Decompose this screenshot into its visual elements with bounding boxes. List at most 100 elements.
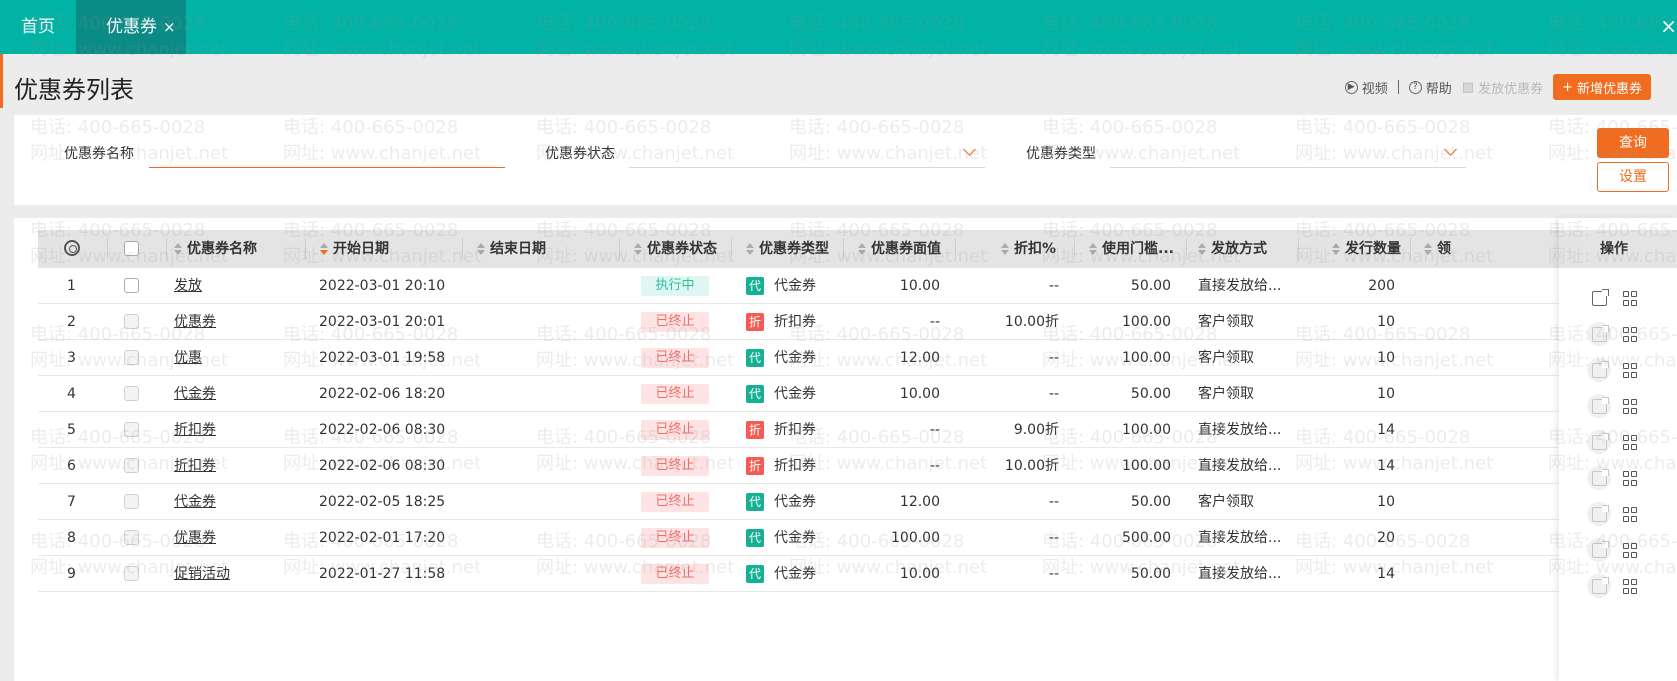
share-icon[interactable]	[1592, 361, 1609, 378]
issue-coupon-button[interactable]: ▨ 发放优惠券	[1462, 78, 1543, 97]
add-coupon-button[interactable]: + 新增优惠券	[1553, 74, 1651, 100]
video-link[interactable]: ▶ 视频	[1344, 78, 1388, 97]
coupon-name-link[interactable]: 折扣券	[174, 448, 216, 484]
table-row[interactable]: 9 促销活动 2022-01-27 11:58 已终止 代代金券 10.00 -- 50.00…	[38, 556, 1677, 592]
coupon-name-link[interactable]: 优惠	[174, 340, 202, 376]
coupon-name-link[interactable]: 促销活动	[174, 556, 230, 592]
grid-menu-icon[interactable]	[1623, 435, 1638, 450]
grid-menu-icon[interactable]	[1623, 579, 1638, 594]
column-settings-gear-icon[interactable]	[64, 240, 80, 256]
coupon-name-link[interactable]: 优惠券	[174, 520, 216, 556]
grid-menu-icon[interactable]	[1623, 327, 1638, 342]
grid-menu-icon[interactable]	[1623, 507, 1638, 522]
column-divider	[462, 238, 463, 260]
grid-menu-icon[interactable]	[1623, 399, 1638, 414]
share-icon[interactable]	[1592, 469, 1609, 486]
table-row[interactable]: 2 优惠券 2022-03-01 20:01 已终止 折折扣券 -- 10.00折 100.0…	[38, 304, 1677, 340]
select-all-checkbox[interactable]	[124, 241, 139, 256]
column-divider	[619, 238, 620, 260]
sort-icon	[477, 242, 485, 256]
share-icon[interactable]	[1592, 541, 1609, 558]
issue-quantity: 10	[1377, 494, 1395, 510]
coupon-name-text: 发放	[174, 278, 202, 294]
chevron-down-icon[interactable]	[1444, 143, 1457, 156]
status-badge: 已终止	[619, 340, 731, 376]
coupon-status-select[interactable]	[629, 167, 985, 168]
share-icon[interactable]	[1592, 577, 1609, 594]
start-date: 2022-03-01 20:01	[319, 314, 446, 330]
col-method[interactable]: 发放方式	[1198, 230, 1267, 268]
coupon-type-icon: 代	[746, 385, 764, 403]
row-index: 3	[67, 350, 76, 366]
col-type-label: 优惠券类型	[759, 241, 829, 257]
table-row[interactable]: 6 折扣券 2022-02-06 08:30 已终止折折扣券 -- 10.00折 100.0…	[38, 448, 1677, 484]
coupon-name-input[interactable]	[149, 167, 505, 168]
tab-close-icon[interactable]: ×	[163, 18, 176, 36]
grid-menu-icon[interactable]	[1623, 543, 1638, 558]
coupon-type-select[interactable]	[1110, 167, 1466, 168]
col-threshold[interactable]: 使用门槛...	[1089, 230, 1174, 268]
col-type[interactable]: 优惠券类型	[746, 230, 829, 268]
col-quantity[interactable]: 发行数量	[1332, 230, 1401, 268]
share-icon[interactable]	[1592, 505, 1609, 522]
table-row[interactable]: 3 优惠 2022-03-01 19:58 已终止 代代金券 12.00 -- 100.00 客…	[38, 340, 1677, 376]
table-row[interactable]: 7 代金券 2022-02-05 18:25 已终止代代金券 12.00 -- 50.00 客…	[38, 484, 1677, 520]
close-all-icon[interactable]: ×	[1660, 14, 1677, 38]
coupon-name-link[interactable]: 优惠券	[174, 304, 216, 340]
coupon-type: 代代金券	[746, 520, 816, 556]
start-date: 2022-02-06 08:30	[319, 458, 446, 474]
coupon-name-text: 代金券	[174, 386, 216, 402]
sort-icon	[1198, 242, 1206, 256]
table-row[interactable]: 1 发放 2022-03-01 20:10 执行中 代代金券 10.00 -- 50.00 直接…	[38, 268, 1677, 304]
col-discount[interactable]: 折扣%	[1001, 230, 1056, 268]
query-button[interactable]: 查询	[1597, 128, 1669, 158]
share-icon[interactable]	[1592, 433, 1609, 450]
coupon-name-link[interactable]: 折扣券	[174, 412, 216, 448]
help-link[interactable]: ? 帮助	[1408, 78, 1452, 97]
col-qty-label: 发行数量	[1345, 241, 1401, 257]
row-checkbox[interactable]	[124, 566, 139, 581]
row-checkbox[interactable]	[124, 314, 139, 329]
share-icon[interactable]	[1592, 397, 1609, 414]
coupon-type: 折折扣券	[746, 412, 816, 448]
row-checkbox[interactable]	[124, 530, 139, 545]
col-status-label: 优惠券状态	[647, 241, 717, 257]
grid-menu-icon[interactable]	[1623, 363, 1638, 378]
col-face-value[interactable]: 优惠券面值	[858, 230, 941, 268]
settings-button[interactable]: 设置	[1597, 162, 1669, 192]
table-row[interactable]: 5 折扣券 2022-02-06 08:30 已终止折折扣券 -- 9.00折 100.00…	[38, 412, 1677, 448]
grid-menu-icon[interactable]	[1623, 291, 1638, 306]
table-row[interactable]: 4 代金券 2022-02-06 18:20 已终止代代金券 10.00 -- 50.00 客…	[38, 376, 1677, 412]
threshold: 50.00	[1130, 278, 1171, 294]
col-name[interactable]: 优惠券名称	[174, 230, 257, 268]
share-icon[interactable]	[1592, 325, 1609, 342]
chevron-down-icon[interactable]	[963, 143, 976, 156]
share-icon[interactable]	[1592, 289, 1609, 306]
col-status[interactable]: 优惠券状态	[634, 230, 717, 268]
tab-coupon[interactable]: 优惠券 ×	[76, 0, 186, 54]
row-checkbox[interactable]	[124, 350, 139, 365]
col-start-date[interactable]: 开始日期	[320, 230, 389, 268]
tab-home[interactable]: 首页	[0, 0, 76, 54]
row-checkbox[interactable]	[124, 458, 139, 473]
coupon-name-text: 促销活动	[174, 566, 230, 582]
row-checkbox[interactable]	[124, 386, 139, 401]
coupon-name-link[interactable]: 发放	[174, 268, 202, 304]
start-date: 2022-01-27 11:58	[319, 566, 446, 582]
coupon-type: 代代金券	[746, 268, 816, 304]
status-badge-text: 已终止	[641, 348, 709, 368]
grid-menu-icon[interactable]	[1623, 471, 1638, 486]
coupon-name-link[interactable]: 代金券	[174, 484, 216, 520]
coupon-name-link[interactable]: 代金券	[174, 376, 216, 412]
table-row[interactable]: 8 优惠券 2022-02-01 17:20 已终止 代代金券 100.00 -- 500.0…	[38, 520, 1677, 556]
column-divider	[166, 238, 167, 260]
row-checkbox[interactable]	[124, 278, 139, 293]
face-value: 12.00	[899, 494, 940, 510]
row-checkbox[interactable]	[124, 494, 139, 509]
issue-method: 直接发放给...	[1198, 422, 1282, 438]
col-end-date[interactable]: 结束日期	[477, 230, 546, 268]
row-checkbox[interactable]	[124, 422, 139, 437]
col-extra[interactable]: 领	[1424, 230, 1451, 268]
coupon-type-text: 代金券	[774, 386, 816, 402]
coupon-type-icon: 折	[746, 457, 764, 475]
